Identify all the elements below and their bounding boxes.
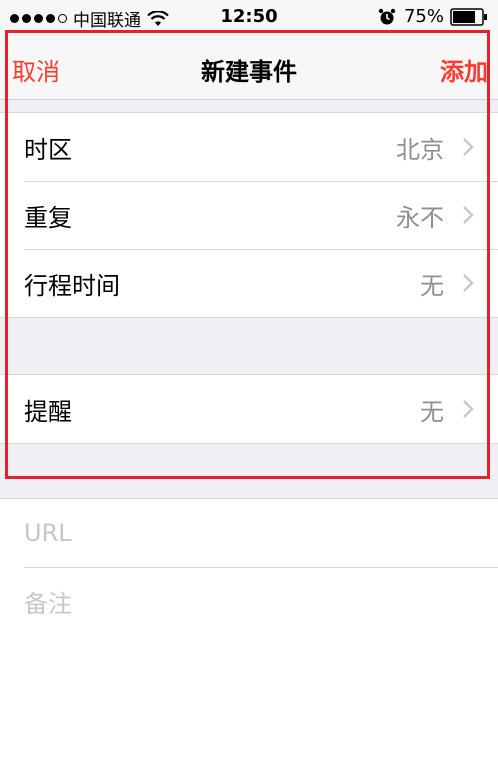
- travel-time-row[interactable]: 行程时间 无: [0, 249, 498, 317]
- chevron-right-icon: [463, 138, 474, 156]
- travel-time-label: 行程时间: [24, 271, 120, 300]
- chevron-right-icon: [463, 206, 474, 224]
- alarm-icon: [378, 8, 396, 24]
- page-title: 新建事件: [201, 58, 297, 86]
- add-button[interactable]: 添加: [440, 52, 488, 87]
- chevron-right-icon: [463, 400, 474, 418]
- repeat-value: 永不: [396, 203, 444, 232]
- chevron-right-icon: [463, 274, 474, 292]
- status-right: 75%: [378, 6, 488, 27]
- battery-percent: 75%: [403, 6, 444, 27]
- travel-time-value: 无: [420, 271, 444, 300]
- repeat-label: 重复: [24, 203, 72, 232]
- settings-group-notes: URL 备注: [0, 498, 498, 762]
- url-field[interactable]: URL: [0, 499, 498, 567]
- notes-field[interactable]: 备注: [0, 567, 498, 635]
- alert-row[interactable]: 提醒 无: [0, 375, 498, 443]
- settings-group-time: 时区 北京 重复 永不 行程时间 无: [0, 112, 498, 318]
- timezone-label: 时区: [24, 135, 72, 164]
- battery-icon: [450, 7, 487, 26]
- alert-value: 无: [420, 397, 444, 426]
- url-placeholder: URL: [24, 519, 72, 547]
- timezone-value: 北京: [396, 135, 444, 164]
- notes-placeholder: 备注: [24, 589, 72, 618]
- timezone-row[interactable]: 时区 北京: [0, 113, 498, 181]
- nav-bar: 取消 新建事件 添加: [0, 34, 498, 100]
- repeat-row[interactable]: 重复 永不: [0, 181, 498, 249]
- settings-group-alert: 提醒 无: [0, 374, 498, 444]
- alert-label: 提醒: [24, 397, 72, 426]
- status-bar: 中国联通 12:50 75%: [0, 0, 498, 34]
